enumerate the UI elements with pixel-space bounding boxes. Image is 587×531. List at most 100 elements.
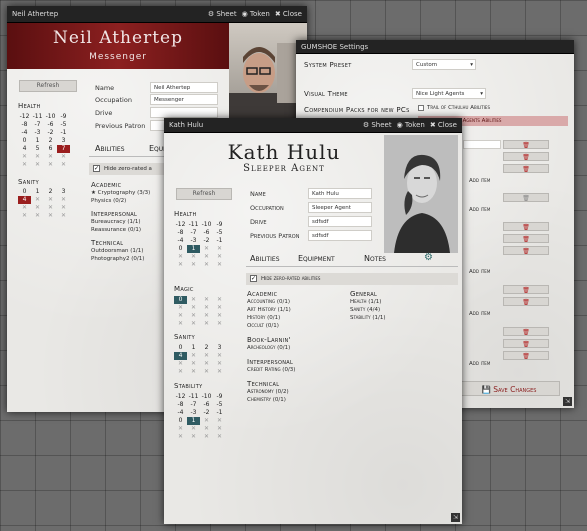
save-changes-label: Save Changes [493,385,537,394]
character-portrait[interactable] [384,135,458,253]
kath-window-header[interactable]: Kath Hulu ⚙ Sheet ◉ Token ✖ Close [164,118,462,133]
name-field[interactable]: Kath Hulu [308,188,372,199]
checkbox-checked-icon[interactable]: ✓ [250,275,257,282]
ability-section-general: General Health (1/1) Sanity (4/4) Stabil… [350,290,450,322]
ability-section-0: Academic Accounting (0/1) Art History (1… [247,290,347,330]
ability-item[interactable]: Health (1/1) [350,298,450,306]
delete-icon[interactable]: 🗑 [503,193,549,202]
stability-pool-label: Stability [174,382,203,390]
refresh-button[interactable]: Refresh [19,80,77,92]
delete-icon[interactable]: 🗑 [503,327,549,336]
label-drive: Drive [95,109,113,117]
drive-field[interactable]: sdfsdf [308,216,372,227]
ability-item[interactable]: Art History (1/1) [247,306,347,314]
health-pool-grid[interactable]: -12 -11 -10 -9 -8 -7 -6 -5 -4 -3 -2 -1 0 1 ✕ ✕ ✕ ✕ ✕ ✕ … [174,221,226,269]
tab-abilities[interactable]: Abilities [250,254,280,263]
delete-icon[interactable]: 🗑 [503,222,549,231]
resize-handle-icon[interactable]: ⇲ [563,397,572,406]
token-config-button[interactable]: ◉ Token [242,10,270,18]
magic-pool-grid[interactable]: 0 ✕ ✕ ✕ ✕ ✕ ✕ ✕ ✕ ✕ ✕ ✕ ✕ ✕ ✕ ✕ [174,296,226,328]
ability-item[interactable]: Sanity (4/4) [350,306,450,314]
label-occupation: Occupation [250,204,284,212]
refresh-button[interactable]: Refresh [176,188,232,200]
visual-theme-value: Nice Light Agents [416,91,465,97]
label-name: Name [250,190,266,198]
label-previous-patron: Previous Patron [250,232,300,240]
section-title: General [350,290,378,298]
delete-icon[interactable]: 🗑 [503,164,549,173]
tab-abilities[interactable]: Abilities [95,144,125,153]
ability-section-3: Technical Astronomy (0/2) Chemistry (0/1… [247,380,347,404]
delete-icon[interactable]: 🗑 [503,140,549,149]
delete-icon[interactable]: 🗑 [503,285,549,294]
checkbox-icon[interactable] [418,105,424,111]
drive-field[interactable] [150,107,218,118]
sheet-config-button[interactable]: ⚙ Sheet [363,121,392,129]
hide-zero-rated-label: Hide zero-rated abilities [261,276,321,282]
delete-icon[interactable]: 🗑 [503,152,549,161]
visual-theme-select[interactable]: Nice Light Agents ▾ [412,88,486,99]
sheet-config-button[interactable]: ⚙ Sheet [208,10,237,18]
occupation-field[interactable]: Sleeper Agent [308,202,372,213]
section-title: Academic [247,290,278,298]
window-title: Kath Hulu [169,121,204,129]
ability-section-2: Interpersonal Credit Rating (0/3) [247,358,347,374]
token-config-button[interactable]: ◉ Token [397,121,425,129]
ability-item[interactable]: Occult (0/1) [247,322,347,330]
character-name: Neil Athertep [53,28,183,48]
ability-item[interactable]: Astronomy (0/2) [247,388,347,396]
ability-item[interactable]: Credit Rating (0/3) [247,366,347,374]
ability-item[interactable]: Stability (1/1) [350,314,450,322]
system-preset-select[interactable]: Custom ▾ [412,59,476,70]
kath-sheet-window: Kath Hulu ⚙ Sheet ◉ Token ✖ Close Kath H… [164,118,462,524]
occupation-field[interactable]: Messenger [150,94,218,105]
hide-zero-rated-toggle[interactable]: ✓ Hide zero-rated abilities [246,273,458,285]
add-item-button[interactable]: Add item [469,310,490,318]
add-item-button[interactable]: Add item [469,268,490,276]
character-occupation-subtitle: Messenger [89,52,147,62]
neil-window-header[interactable]: Neil Athertep ⚙ Sheet ◉ Token ✖ Close [7,6,307,23]
tab-bar: Abilities Equipment Notes ⚙ [246,252,458,267]
label-drive: Drive [250,218,267,226]
delete-icon[interactable]: 🗑 [503,297,549,306]
health-pool-grid[interactable]: -12 -11 -10 -9 -8 -7 -6 -5 -4 -3 -2 -1 0123 4567 … [18,113,70,169]
previous-patron-field[interactable]: sdfsdf [308,230,372,241]
label-name: Name [95,84,115,92]
add-item-button[interactable]: Add item [469,360,490,368]
health-pool-label: Health [174,210,197,218]
ability-section-1: Book-Larnin' Archeology (0/1) [247,336,347,352]
close-button[interactable]: ✖ Close [430,121,457,129]
system-preset-value: Custom [416,62,438,68]
delete-icon[interactable]: 🗑 [503,351,549,360]
name-field[interactable]: Neil Athertep [150,82,218,93]
pack-label-1: Trail of Cthulhu Abilities [427,105,490,111]
delete-icon[interactable]: 🗑 [503,234,549,243]
ability-item[interactable]: Archeology (0/1) [247,344,347,352]
tab-notes[interactable]: Notes [364,254,386,263]
checkbox-checked-icon[interactable]: ✓ [93,165,100,172]
stability-pool-grid[interactable]: -12 -11 -10 -9 -8 -7 -6 -5 -4 -3 -2 -1 0 1 ✕ ✕ ✕ ✕ ✕ ✕ … [174,393,226,441]
select-arrow-icon: ▾ [470,62,473,68]
gear-icon[interactable]: ⚙ [424,252,433,263]
close-button[interactable]: ✖ Close [275,10,302,18]
sanity-pool-grid[interactable]: 0123 4 ✕ ✕ ✕ ✕ ✕ ✕ ✕ ✕ ✕ ✕ ✕ [18,188,70,220]
delete-icon[interactable]: 🗑 [503,246,549,255]
sanity-pool-grid[interactable]: 0123 4 ✕ ✕ ✕ ✕ ✕ ✕ ✕ ✕ ✕ ✕ ✕ [174,344,226,376]
section-title: Interpersonal [247,358,294,366]
add-item-button[interactable]: Add item [469,206,490,214]
resize-handle-icon[interactable]: ⇲ [451,513,460,522]
ability-item[interactable]: Chemistry (0/1) [247,396,347,404]
tab-equipment[interactable]: Equipment [298,254,335,263]
health-pool-label: Health [18,102,41,110]
ability-item[interactable]: History (0/1) [247,314,347,322]
label-previous-patron: Previous Patron [95,122,146,130]
ability-item[interactable]: Accounting (0/1) [247,298,347,306]
magic-pool-label: Magic [174,285,194,293]
add-item-button[interactable]: Add item [469,177,490,185]
ability-row-field[interactable] [463,140,501,149]
visual-theme-label: Visual Theme [304,90,348,98]
delete-icon[interactable]: 🗑 [503,339,549,348]
sanity-pool-label: Sanity [174,333,195,341]
settings-window-header[interactable]: GUMSHOE Settings [296,40,574,54]
save-changes-button[interactable]: 💾 Save Changes [458,381,560,396]
